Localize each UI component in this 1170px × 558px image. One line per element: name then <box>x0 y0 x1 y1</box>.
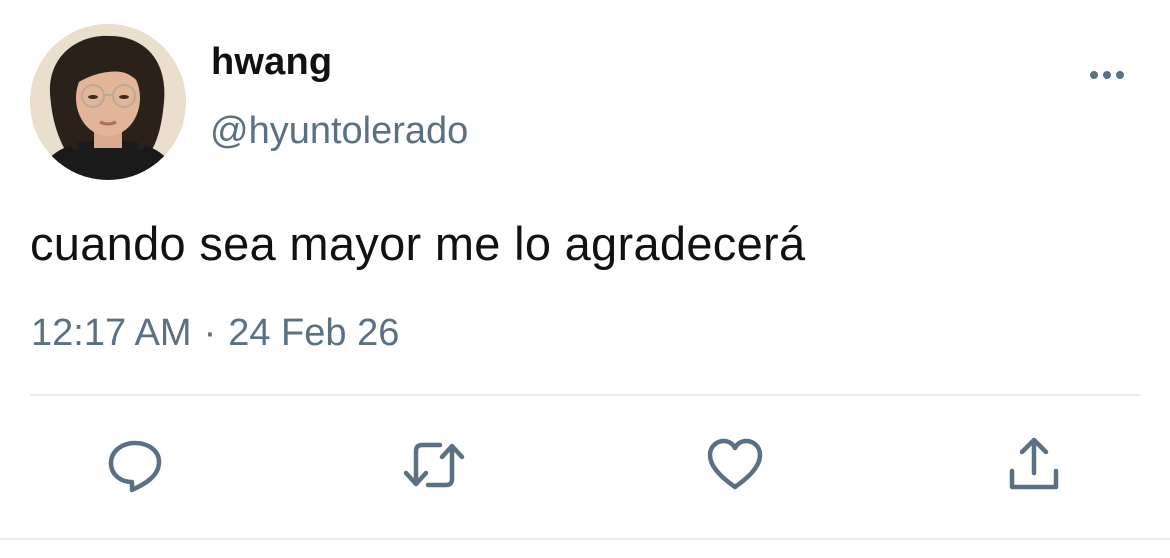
tweet-time: 12:17 AM <box>31 312 192 354</box>
bottom-divider <box>0 538 1170 540</box>
divider <box>30 394 1140 396</box>
tweet-timestamp[interactable]: 12:17 AM · 24 Feb 26 <box>31 311 399 355</box>
more-dots-icon <box>1116 71 1124 79</box>
user-handle[interactable]: @hyuntolerado <box>210 109 468 153</box>
tweet-date: 24 Feb 26 <box>228 312 400 354</box>
tweet-card: hwang @hyuntolerado cuando sea mayor me … <box>0 0 1170 558</box>
avatar[interactable] <box>30 24 186 180</box>
tweet-text: cuando sea mayor me lo agradecerá <box>30 217 806 270</box>
share-upload-icon <box>1009 437 1059 490</box>
like-button[interactable] <box>703 433 767 497</box>
speech-bubble-icon <box>108 440 162 493</box>
more-dots-icon <box>1090 71 1098 79</box>
avatar-photo <box>30 24 186 180</box>
retweet-icon <box>403 442 465 488</box>
share-button[interactable] <box>1002 433 1066 497</box>
retweet-button[interactable] <box>402 433 466 497</box>
meta-separator: · <box>203 312 217 354</box>
reply-button[interactable] <box>103 433 167 497</box>
display-name[interactable]: hwang <box>211 40 332 84</box>
more-dots-icon <box>1103 71 1111 79</box>
heart-icon <box>707 438 763 490</box>
more-options-button[interactable] <box>1083 58 1131 92</box>
